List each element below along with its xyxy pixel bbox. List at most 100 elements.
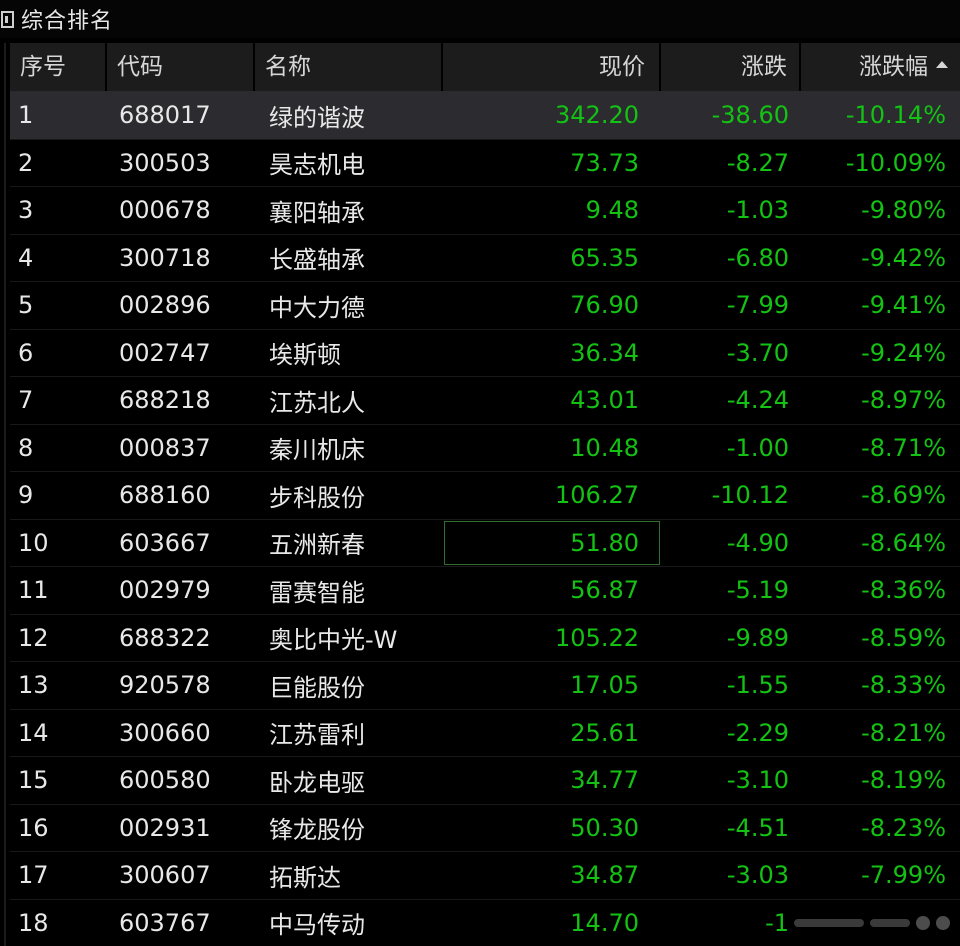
cell-index: 14 — [18, 718, 49, 747]
cell-index: 1 — [18, 101, 34, 130]
cell-change-pct: -8.23% — [861, 813, 946, 842]
table-row[interactable]: 16 002931 锋龙股份 50.30 -4.51 -8.23% — [10, 805, 960, 852]
cell-change: -9.89 — [726, 623, 789, 652]
cell-change-pct: -10.14% — [845, 101, 946, 130]
cell-price: 50.30 — [570, 813, 639, 842]
cell-code: 002979 — [119, 576, 211, 605]
cell-index: 17 — [18, 861, 49, 890]
cell-price: 56.87 — [570, 576, 639, 605]
column-header-index[interactable]: 序号 — [10, 43, 107, 91]
cell-change: -1.03 — [726, 196, 789, 225]
column-header-price[interactable]: 现价 — [443, 43, 661, 91]
cell-index: 12 — [18, 623, 49, 652]
cell-price: 34.77 — [570, 766, 639, 795]
cell-price: 43.01 — [570, 386, 639, 415]
cell-change: -3.10 — [726, 766, 789, 795]
cell-change-pct: -9.24% — [861, 338, 946, 367]
table-row[interactable]: 10 603667 五洲新春 51.80 -4.90 -8.64% — [10, 520, 960, 567]
cell-code: 688160 — [119, 481, 211, 510]
panel-toggle-icon[interactable] — [1, 10, 14, 28]
cell-change: -4.90 — [726, 528, 789, 557]
table-row[interactable]: 15 600580 卧龙电驱 34.77 -3.10 -8.19% — [10, 757, 960, 805]
cell-change-pct: -9.42% — [861, 243, 946, 272]
cell-name: 埃斯顿 — [269, 341, 341, 370]
cell-index: 2 — [18, 148, 34, 177]
cell-code: 600580 — [119, 766, 211, 795]
cell-index: 18 — [18, 908, 49, 937]
cell-change-pct: -8.69% — [861, 481, 946, 510]
table-row[interactable]: 7 688218 江苏北人 43.01 -4.24 -8.97% — [10, 377, 960, 425]
column-header-code[interactable]: 代码 — [107, 43, 255, 91]
cell-change: -38.60 — [711, 101, 789, 130]
table-row[interactable]: 5 002896 中大力德 76.90 -7.99 -9.41% — [10, 282, 960, 330]
cell-name: 锋龙股份 — [269, 816, 365, 845]
table-row[interactable]: 1 688017 绿的谐波 342.20 -38.60 -10.14% — [10, 92, 960, 140]
column-header-change[interactable]: 涨跌 — [661, 43, 801, 91]
cell-price: 34.87 — [570, 861, 639, 890]
column-header-change-pct-label: 涨跌幅 — [859, 54, 928, 80]
cell-name: 中马传动 — [269, 911, 365, 940]
cell-index: 11 — [18, 576, 49, 605]
cell-price: 51.80 — [443, 520, 661, 567]
cell-change-pct: -8.19% — [861, 766, 946, 795]
cell-change: -6.80 — [726, 243, 789, 272]
cell-change: -4.51 — [726, 813, 789, 842]
table-row[interactable]: 17 300607 拓斯达 34.87 -3.03 -7.99% — [10, 852, 960, 900]
cell-index: 5 — [18, 291, 34, 320]
table-row[interactable]: 6 002747 埃斯顿 36.34 -3.70 -9.24% — [10, 330, 960, 377]
cell-change: -1.55 — [726, 671, 789, 700]
cell-name: 巨能股份 — [269, 673, 365, 702]
cell-change: -2.29 — [726, 718, 789, 747]
cell-code: 688322 — [119, 623, 211, 652]
cell-code: 300660 — [119, 718, 211, 747]
cell-price: 10.48 — [570, 433, 639, 462]
cell-index: 16 — [18, 813, 49, 842]
table-row[interactable]: 4 300718 长盛轴承 65.35 -6.80 -9.42% — [10, 235, 960, 282]
cell-code: 002896 — [119, 291, 211, 320]
cell-code: 002931 — [119, 813, 211, 842]
cell-change-pct: -8.97% — [861, 386, 946, 415]
cell-change-pct: -8.71% — [861, 433, 946, 462]
cell-price: 25.61 — [570, 718, 639, 747]
cell-code: 688017 — [119, 101, 211, 130]
table-row[interactable]: 9 688160 步科股份 106.27 -10.12 -8.69% — [10, 472, 960, 520]
table-row[interactable]: 2 300503 昊志机电 73.73 -8.27 -10.09% — [10, 140, 960, 187]
cell-change-pct: -8.36% — [861, 576, 946, 605]
cell-code: 300718 — [119, 243, 211, 272]
cell-code: 000837 — [119, 433, 211, 462]
cell-change-pct: -9.80% — [861, 196, 946, 225]
cell-index: 15 — [18, 766, 49, 795]
cell-code: 300503 — [119, 148, 211, 177]
cell-name: 秦川机床 — [269, 436, 365, 465]
cell-price: 65.35 — [570, 243, 639, 272]
cell-name: 襄阳轴承 — [269, 198, 365, 227]
cell-index: 4 — [18, 243, 34, 272]
table-row[interactable]: 3 000678 襄阳轴承 9.48 -1.03 -9.80% — [10, 187, 960, 235]
table-row[interactable]: 8 000837 秦川机床 10.48 -1.00 -8.71% — [10, 425, 960, 472]
panel-left-border — [4, 43, 6, 946]
cell-change-pct: -7.99% — [861, 861, 946, 890]
cell-code: 603767 — [119, 908, 211, 937]
panel-title-bar: 综合排名 — [0, 0, 960, 38]
table-row[interactable]: 12 688322 奥比中光-W 105.22 -9.89 -8.59% — [10, 615, 960, 662]
table-row[interactable]: 11 002979 雷赛智能 56.87 -5.19 -8.36% — [10, 567, 960, 615]
watermark-mark — [870, 919, 910, 927]
column-header-change-pct[interactable]: 涨跌幅 — [801, 43, 960, 91]
sort-ascending-icon — [936, 61, 948, 68]
cell-name: 拓斯达 — [269, 863, 341, 892]
column-header-name[interactable]: 名称 — [255, 43, 443, 91]
cell-code: 920578 — [119, 671, 211, 700]
cell-price: 36.34 — [570, 338, 639, 367]
cell-change-pct: -8.59% — [861, 623, 946, 652]
panel-title: 综合排名 — [21, 9, 114, 34]
cell-change: -3.70 — [726, 338, 789, 367]
cell-change-pct: -8.21% — [861, 718, 946, 747]
cell-index: 10 — [18, 528, 49, 557]
watermark-dot — [916, 916, 930, 930]
watermark-mark — [794, 919, 864, 927]
watermark — [760, 908, 950, 938]
table-row[interactable]: 14 300660 江苏雷利 25.61 -2.29 -8.21% — [10, 710, 960, 757]
table-row[interactable]: 13 920578 巨能股份 17.05 -1.55 -8.33% — [10, 662, 960, 710]
cell-index: 8 — [18, 433, 34, 462]
cell-change: -7.99 — [726, 291, 789, 320]
